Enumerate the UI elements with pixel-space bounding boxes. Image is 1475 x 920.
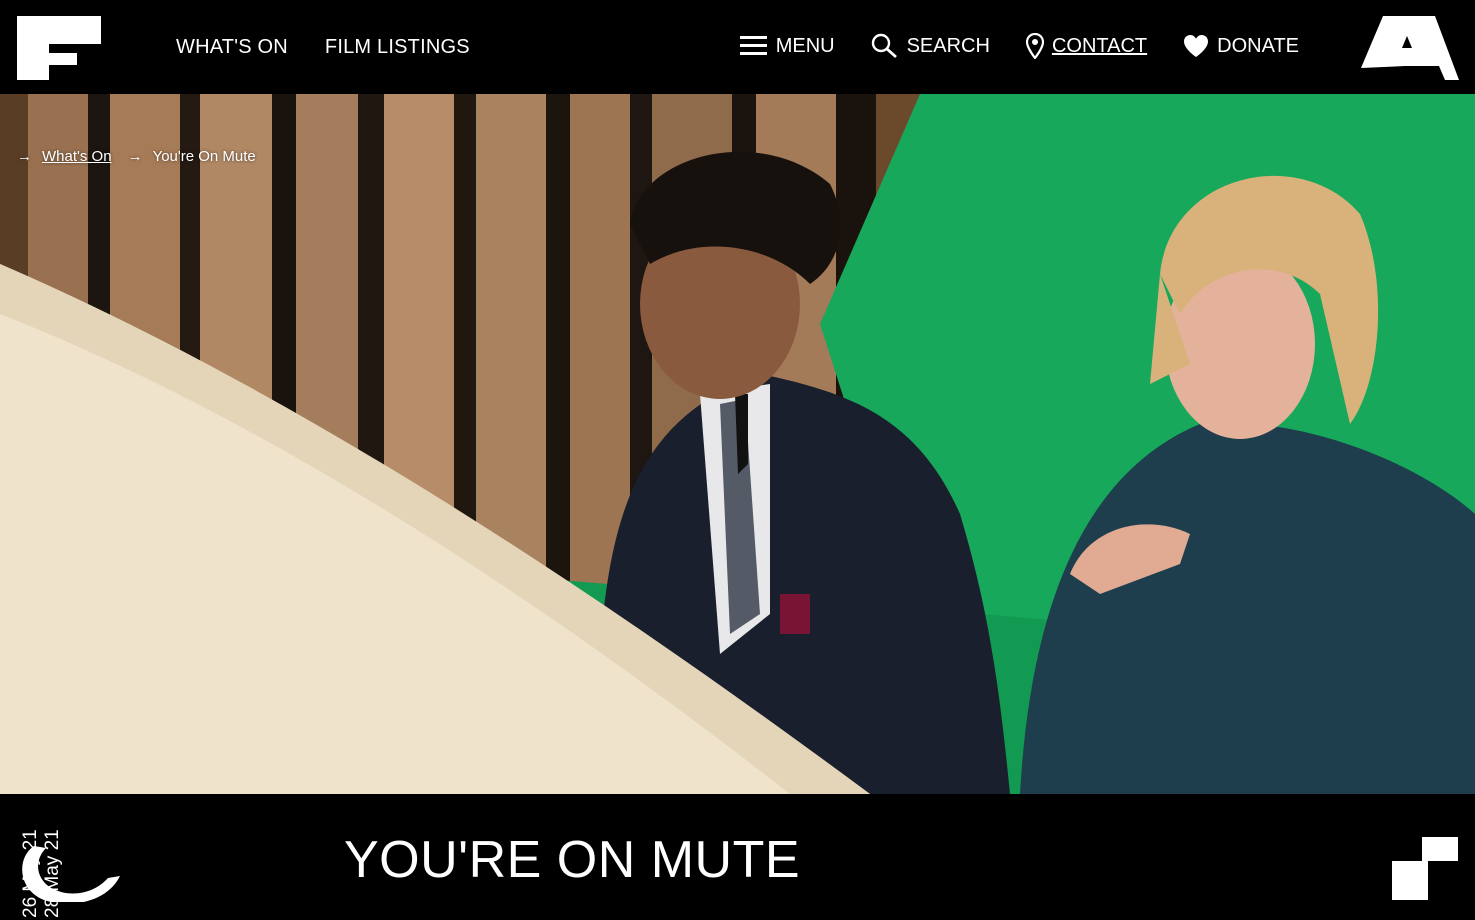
- location-pin-icon: [1025, 33, 1044, 59]
- nav-whats-on[interactable]: WHAT'S ON: [176, 36, 288, 59]
- search-icon: [871, 33, 897, 59]
- site-header: WHAT'S ON FILM LISTINGS MENU SEARCH CONT…: [0, 0, 1475, 94]
- breadcrumb-current: You're On Mute: [152, 148, 256, 165]
- contact-link[interactable]: CONTACT: [1025, 33, 1148, 59]
- donate-button[interactable]: DONATE: [1183, 34, 1299, 58]
- menu-label: MENU: [775, 34, 835, 57]
- event-title-band: 26 May 21 28 May 21 YOU'RE ON MUTE: [0, 794, 1475, 920]
- breadcrumb: → What's On → You're On Mute: [17, 148, 256, 165]
- hero-photo: [0, 94, 1475, 794]
- primary-nav: WHAT'S ON FILM LISTINGS: [176, 36, 470, 59]
- corner-graphic: [1392, 837, 1458, 900]
- search-label: SEARCH: [906, 34, 990, 57]
- hamburger-icon: [739, 36, 767, 55]
- hero-image: → What's On → You're On Mute: [0, 94, 1475, 794]
- event-date-end: 28 May 21: [42, 829, 63, 918]
- heart-icon: [1184, 35, 1209, 57]
- breadcrumb-arrow-icon: →: [17, 148, 32, 165]
- contact-label: CONTACT: [1051, 34, 1148, 57]
- utility-nav: MENU SEARCH CONTACT DONATE: [739, 33, 1299, 59]
- donate-label: DONATE: [1217, 34, 1299, 57]
- event-date-start: 26 May 21: [20, 829, 41, 918]
- breadcrumb-link-whats-on[interactable]: What's On: [42, 148, 112, 165]
- site-logo-a[interactable]: [1361, 16, 1459, 80]
- event-title: YOU'RE ON MUTE: [344, 831, 801, 889]
- nav-film-listings[interactable]: FILM LISTINGS: [325, 36, 470, 59]
- event-dates: 26 May 21 28 May 21: [14, 826, 64, 920]
- search-button[interactable]: SEARCH: [871, 33, 990, 59]
- site-logo-f[interactable]: [17, 16, 101, 80]
- menu-button[interactable]: MENU: [739, 34, 835, 58]
- breadcrumb-arrow-icon: →: [127, 148, 143, 165]
